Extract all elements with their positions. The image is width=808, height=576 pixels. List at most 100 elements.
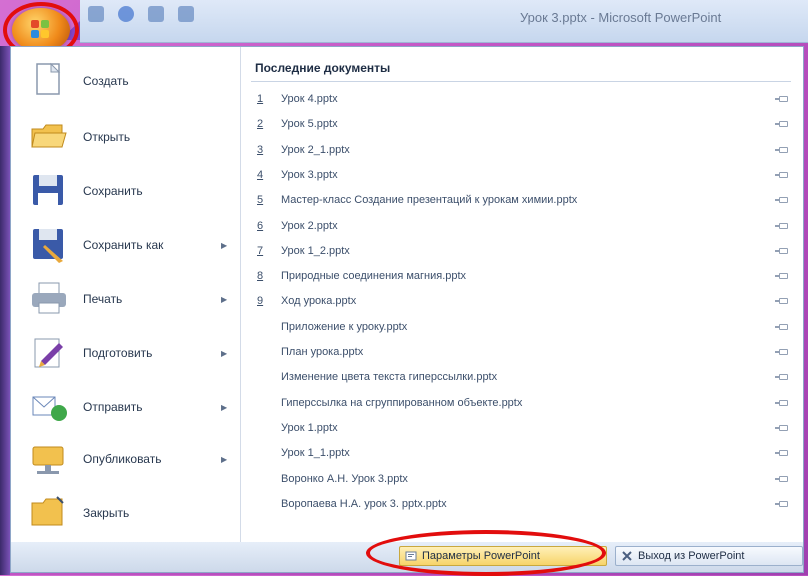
recent-document-name: Воропаева Н.А. урок 3. pptx.pptx <box>281 497 447 510</box>
recent-document-row[interactable]: План урока.pptx <box>251 342 799 364</box>
submenu-arrow-icon: ▶ <box>221 454 228 464</box>
menu-item-label: Опубликовать <box>83 452 162 466</box>
exit-powerpoint-button[interactable]: Выход из PowerPoint <box>615 546 803 566</box>
pin-icon[interactable] <box>775 349 789 355</box>
new-document-icon <box>36 62 61 95</box>
pin-icon[interactable] <box>775 197 789 204</box>
recent-document-number: 2 <box>257 118 264 131</box>
submenu-arrow-icon: ▶ <box>221 348 228 358</box>
recent-document-row[interactable]: Воронко А.Н. Урок 3.pptx <box>251 469 799 491</box>
publish-icon <box>32 446 64 474</box>
recent-document-row[interactable]: 9 Ход урока.pptx <box>251 291 799 313</box>
qat-save-icon[interactable] <box>88 6 104 22</box>
prepare-pen-icon <box>34 338 63 368</box>
window-title: Урок 3.pptx - Microsoft PowerPoint <box>520 10 722 25</box>
recent-separator <box>251 81 791 82</box>
office-menu: Создать Открыть Сохранить Сохранить как ▶ Печ… <box>10 46 804 544</box>
menu-item-2[interactable]: Открыть <box>11 111 240 163</box>
menu-item-6[interactable]: Подготовить ▶ <box>11 327 240 379</box>
qat-undo-icon[interactable] <box>118 6 134 22</box>
recent-document-row[interactable]: Приложение к уроку.pptx <box>251 317 799 339</box>
save-floppy-icon <box>33 175 63 205</box>
qat-customize-icon[interactable] <box>178 6 194 22</box>
pin-icon[interactable] <box>775 450 789 457</box>
pin-icon[interactable] <box>775 222 789 229</box>
pin-icon[interactable] <box>775 500 789 507</box>
pin-icon[interactable] <box>775 323 789 330</box>
title-bar: Урок 3.pptx - Microsoft PowerPoint <box>80 0 808 43</box>
recent-document-row[interactable]: 2 Урок 5.pptx <box>251 114 799 136</box>
slide-side-strip <box>0 46 10 575</box>
recent-document-row[interactable]: 3 Урок 2_1.pptx <box>251 140 799 162</box>
menu-item-9[interactable]: Закрыть <box>11 487 240 539</box>
submenu-arrow-icon: ▶ <box>221 240 228 250</box>
recent-document-name: Мастер-класс Создание презентаций к урок… <box>281 194 578 207</box>
menu-item-label: Сохранить как <box>83 238 164 252</box>
menu-item-8[interactable]: Опубликовать ▶ <box>11 433 240 485</box>
pin-icon[interactable] <box>775 273 789 280</box>
recent-document-row[interactable]: 8 Природные соединения магния.pptx <box>251 266 799 288</box>
recent-document-number: 5 <box>257 194 264 207</box>
recent-document-name: Урок 2_1.pptx <box>281 143 350 156</box>
close-folder-icon <box>31 496 64 526</box>
recent-documents-title: Последние документы <box>255 61 391 75</box>
menu-item-4[interactable]: Сохранить как ▶ <box>11 219 240 271</box>
send-icon <box>32 396 67 421</box>
pin-icon[interactable] <box>775 171 789 178</box>
menu-item-label: Отправить <box>83 400 143 414</box>
recent-document-row[interactable]: Урок 1.pptx <box>251 418 799 440</box>
menu-item-label: Подготовить <box>83 346 153 360</box>
recent-document-number: 6 <box>257 219 264 232</box>
recent-document-row[interactable]: 1 Урок 4.pptx <box>251 89 799 111</box>
recent-document-row[interactable]: 5 Мастер-класс Создание презентаций к уро… <box>251 190 799 212</box>
pin-icon[interactable] <box>775 298 789 305</box>
menu-item-3[interactable]: Сохранить <box>11 165 240 217</box>
open-folder-icon <box>31 124 67 148</box>
recent-document-row[interactable]: Воропаева Н.А. урок 3. pptx.pptx <box>251 494 799 516</box>
recent-document-name: Урок 2.pptx <box>281 219 338 232</box>
menu-item-5[interactable]: Печать ▶ <box>11 273 240 325</box>
recent-document-number: 8 <box>257 270 264 283</box>
menu-item-1[interactable]: Создать <box>11 55 240 107</box>
recent-document-row[interactable]: Изменение цвета текста гиперссылки.pptx <box>251 367 799 389</box>
recent-document-name: Приложение к уроку.pptx <box>281 320 408 333</box>
pin-icon[interactable] <box>775 121 789 128</box>
pin-icon[interactable] <box>775 374 789 381</box>
recent-document-number: 7 <box>257 244 264 257</box>
recent-document-row[interactable]: 4 Урок 3.pptx <box>251 165 799 187</box>
recent-document-name: Урок 1_1.pptx <box>281 447 350 460</box>
pin-icon[interactable] <box>775 475 789 482</box>
commands-pane: Создать Открыть Сохранить Сохранить как ▶ Печ… <box>11 47 241 543</box>
submenu-arrow-icon: ▶ <box>221 402 228 412</box>
recent-document-row[interactable]: Гиперссылка на сгруппированном объекте.p… <box>251 393 799 415</box>
recent-document-name: Урок 4.pptx <box>281 93 338 105</box>
recent-document-name: Воронко А.Н. Урок 3.pptx <box>281 472 408 485</box>
recent-document-name: Изменение цвета текста гиперссылки.pptx <box>281 371 498 384</box>
menu-item-label: Открыть <box>83 130 131 144</box>
pin-icon[interactable] <box>775 146 789 153</box>
recent-document-row[interactable]: Урок 1_1.pptx <box>251 443 799 465</box>
recent-document-row[interactable]: 6 Урок 2.pptx <box>251 216 799 238</box>
recent-document-name: Урок 5.pptx <box>281 118 338 131</box>
menu-item-7[interactable]: Отправить ▶ <box>11 381 240 433</box>
submenu-arrow-icon: ▶ <box>221 294 228 304</box>
pin-icon[interactable] <box>775 399 789 406</box>
pin-icon[interactable] <box>775 247 789 254</box>
pin-icon[interactable] <box>775 96 789 102</box>
recent-documents-pane: Последние документы 1 Урок 4.pptx 2 Урок 5.… <box>241 47 803 543</box>
recent-document-number: 1 <box>257 93 264 105</box>
exit-x-icon <box>622 551 632 561</box>
recent-document-name: Урок 1.pptx <box>281 421 338 434</box>
save-as-icon <box>33 229 63 263</box>
recent-document-name: План урока.pptx <box>281 346 364 358</box>
recent-document-number: 3 <box>257 143 264 156</box>
recent-document-name: Урок 3.pptx <box>281 168 338 181</box>
menu-item-label: Сохранить <box>83 184 143 198</box>
recent-document-name: Ход урока.pptx <box>281 295 357 308</box>
qat-redo-icon[interactable] <box>148 6 164 22</box>
highlight-ring-options-button <box>366 530 606 576</box>
pin-icon[interactable] <box>775 424 789 431</box>
recent-document-name: Гиперссылка на сгруппированном объекте.p… <box>281 396 523 409</box>
menu-item-label: Печать <box>83 292 123 306</box>
recent-document-row[interactable]: 7 Урок 1_2.pptx <box>251 241 799 263</box>
